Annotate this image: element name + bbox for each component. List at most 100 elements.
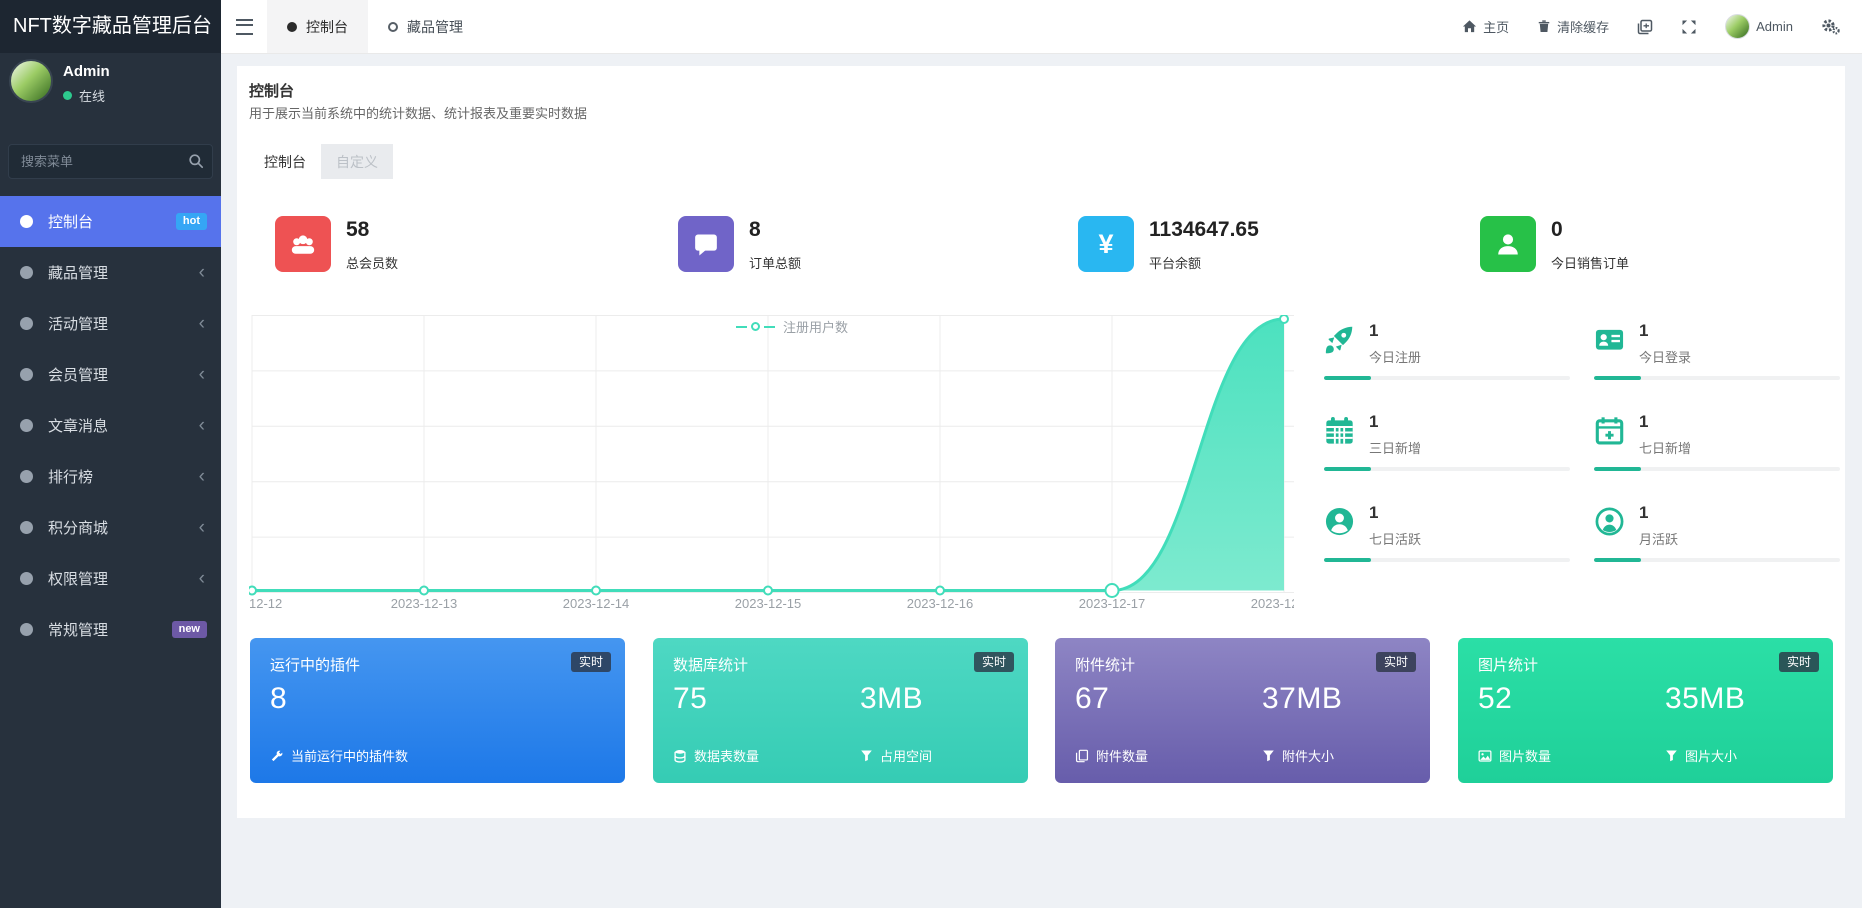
sidebar-item-collections[interactable]: 藏品管理 ‹ xyxy=(0,247,221,298)
card-value: 52 xyxy=(1478,682,1513,715)
stat-card-platform-balance: ¥ 1134647.65 平台余额 xyxy=(1078,216,1259,272)
card-title: 运行中的插件 xyxy=(270,657,361,674)
svg-text:2023-12-14: 2023-12-14 xyxy=(563,596,630,611)
tab-custom[interactable]: 自定义 xyxy=(321,144,393,179)
sidebar-item-label: 积分商城 xyxy=(48,520,109,537)
card-value: 37MB xyxy=(1262,682,1343,715)
svg-text:2023-12-16: 2023-12-16 xyxy=(907,596,974,611)
mini-stat-today-login: 1 今日登录 xyxy=(1594,317,1840,408)
user-menu[interactable]: Admin xyxy=(1725,14,1793,39)
svg-text:2023-12-18: 2023-12-18 xyxy=(1251,596,1294,611)
sidebar-item-articles[interactable]: 文章消息 ‹ xyxy=(0,400,221,451)
stat-text: 8 订单总额 xyxy=(749,216,801,272)
sidebar-item-label: 常规管理 xyxy=(48,622,109,639)
card-title: 图片统计 xyxy=(1478,657,1539,674)
mini-stat-value: 1 xyxy=(1369,412,1379,431)
app-root: NFT数字藏品管理后台 Admin 在线 控制台 hot xyxy=(0,0,1862,908)
card-title: 附件统计 xyxy=(1075,657,1136,674)
topbar: 控制台 藏品管理 主页 清除缓存 Admin xyxy=(221,0,1862,54)
chart-canvas[interactable]: 12-12 2023-12-13 2023-12-14 2023-12-15 2023-… xyxy=(249,315,1294,615)
svg-text:2023-12-13: 2023-12-13 xyxy=(391,596,458,611)
module-button[interactable] xyxy=(1637,19,1653,35)
menu-toggle-icon[interactable] xyxy=(221,0,267,53)
realtime-badge: 实时 xyxy=(570,652,611,672)
chevron-left-icon: ‹ xyxy=(198,415,205,436)
fullscreen-button[interactable] xyxy=(1681,19,1697,35)
progress-bar xyxy=(1594,376,1840,380)
progress-bar xyxy=(1324,558,1570,562)
topbar-actions: 主页 清除缓存 Admin xyxy=(1462,0,1862,53)
sidebar-item-ranking[interactable]: 排行榜 ‹ xyxy=(0,451,221,502)
chevron-left-icon: ‹ xyxy=(198,466,205,487)
mini-stat-value: 1 xyxy=(1369,321,1379,340)
card-label: 附件数量 xyxy=(1075,746,1148,765)
clear-cache-button[interactable]: 清除缓存 xyxy=(1537,17,1609,36)
mini-stat-seven-day-active: 1 七日活跃 xyxy=(1324,499,1570,590)
filter-icon xyxy=(861,750,872,762)
user-circle-icon xyxy=(1324,506,1355,537)
mini-stats-grid: 1 今日注册 1 今日登录 1 三日新增 1 七日新增 1 七日活跃 1 月活跃 xyxy=(1324,317,1840,590)
stat-card-today-sales: 0 今日销售订单 xyxy=(1480,216,1629,272)
fullscreen-icon xyxy=(1682,20,1696,33)
sidebar-item-activities[interactable]: 活动管理 ‹ xyxy=(0,298,221,349)
card-database-stats: 数据库统计 实时 75 3MB 数据表数量 占用空间 xyxy=(653,638,1028,783)
stat-value: 1134647.65 xyxy=(1149,218,1259,241)
progress-bar xyxy=(1594,467,1840,471)
topbar-tab-collections[interactable]: 藏品管理 xyxy=(368,0,483,53)
tab-console[interactable]: 控制台 xyxy=(249,144,321,179)
id-card-icon xyxy=(1594,324,1625,355)
legend-marker xyxy=(764,325,775,328)
image-icon xyxy=(1478,749,1492,762)
sidebar-search xyxy=(8,144,213,179)
chevron-left-icon: ‹ xyxy=(198,313,205,334)
card-image-stats: 图片统计 实时 52 35MB 图片数量 图片大小 xyxy=(1458,638,1833,783)
card-value: 35MB xyxy=(1665,682,1746,715)
card-attachment-stats: 附件统计 实时 67 37MB 附件数量 附件大小 xyxy=(1055,638,1430,783)
chevron-left-icon: ‹ xyxy=(198,517,205,538)
card-label: 附件大小 xyxy=(1262,746,1334,765)
chevron-left-icon: ‹ xyxy=(198,364,205,385)
app-title: NFT数字藏品管理后台 xyxy=(0,0,221,53)
card-value: 67 xyxy=(1075,682,1110,715)
hot-badge: hot xyxy=(175,213,207,230)
chart-legend[interactable]: 注册用户数 xyxy=(736,317,848,336)
sidebar-item-general[interactable]: 常规管理 new xyxy=(0,604,221,655)
registered-users-chart[interactable]: 注册用户数 12-12 2023-12-13 2023-12-14 2023-12-1… xyxy=(249,315,1294,615)
search-icon[interactable] xyxy=(188,153,204,169)
sidebar-item-label: 活动管理 xyxy=(48,316,109,333)
card-value: 3MB xyxy=(860,682,924,715)
sidebar-item-members[interactable]: 会员管理 ‹ xyxy=(0,349,221,400)
mini-stat-label: 七日新增 xyxy=(1639,441,1692,456)
stat-label: 订单总额 xyxy=(749,256,802,271)
avatar[interactable] xyxy=(9,59,53,103)
mini-stat-month-active: 1 月活跃 xyxy=(1594,499,1840,590)
legend-marker-ring xyxy=(751,322,760,331)
sidebar-menu: 控制台 hot 藏品管理 ‹ 活动管理 ‹ 会员管理 ‹ 文章消息 ‹ 排行榜 … xyxy=(0,196,221,655)
svg-text:12-12: 12-12 xyxy=(249,596,282,611)
sidebar-user-panel: Admin 在线 xyxy=(0,53,221,121)
sidebar-item-permissions[interactable]: 权限管理 ‹ xyxy=(0,553,221,604)
new-badge: new xyxy=(171,621,207,638)
topbar-tab-console[interactable]: 控制台 xyxy=(267,0,368,53)
sidebar-item-label: 文章消息 xyxy=(48,418,109,435)
cogs-icon xyxy=(1822,19,1840,35)
filter-icon xyxy=(1263,750,1274,762)
online-dot xyxy=(63,91,72,100)
user-status: 在线 xyxy=(63,86,105,105)
search-input[interactable] xyxy=(8,144,213,179)
users-icon xyxy=(275,216,331,272)
sidebar-item-points-mall[interactable]: 积分商城 ‹ xyxy=(0,502,221,553)
wrench-icon xyxy=(271,750,283,761)
panel-tabs: 控制台 自定义 xyxy=(249,144,393,179)
mini-stat-today-register: 1 今日注册 xyxy=(1324,317,1570,408)
file-icon xyxy=(1637,19,1653,34)
sidebar-item-console[interactable]: 控制台 hot xyxy=(0,196,221,247)
sidebar-item-label: 会员管理 xyxy=(48,367,109,384)
rocket-icon xyxy=(1324,324,1355,355)
mini-stat-value: 1 xyxy=(1639,412,1649,431)
mini-stat-value: 1 xyxy=(1369,503,1379,522)
settings-button[interactable] xyxy=(1821,18,1840,35)
card-value: 8 xyxy=(270,682,288,715)
home-button[interactable]: 主页 xyxy=(1462,17,1509,36)
card-value: 75 xyxy=(673,682,708,715)
